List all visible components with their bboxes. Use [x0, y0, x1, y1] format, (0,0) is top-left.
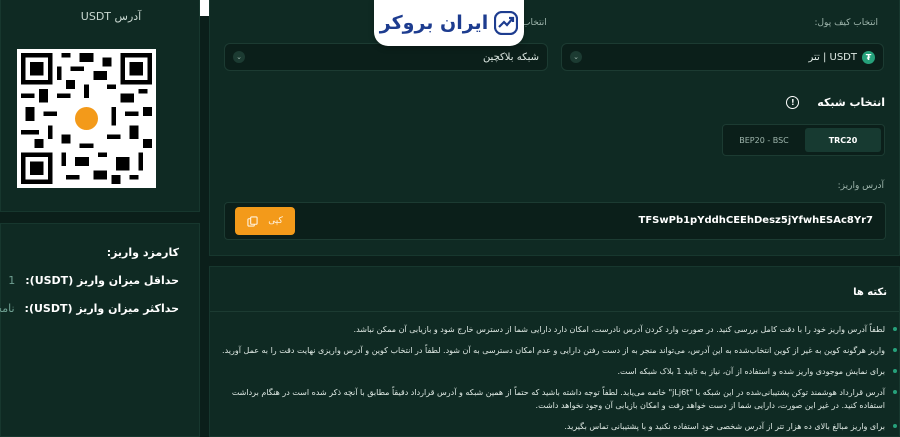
qr-code[interactable] — [17, 49, 156, 188]
notes-title: نکته ها — [853, 287, 887, 298]
site-logo[interactable]: ایران بروکر — [374, 0, 524, 46]
wallet-label: انتخاب کیف پول: — [814, 18, 878, 28]
notes-panel: نکته ها لطفاً آدرس واریز خود را با دقت ک… — [209, 266, 900, 437]
fee-max-label: حداکثر میزان واریز (USDT): — [24, 302, 179, 315]
coin-value-text: USDT | تتر — [808, 51, 857, 63]
notes-list: لطفاً آدرس واریز خود را با دقت کامل بررس… — [220, 323, 897, 437]
network-switch: BEP20 - BSC TRC20 — [722, 124, 885, 156]
coin-select-value: ₮ USDT | تتر — [808, 50, 875, 64]
logo-text: ایران بروکر — [379, 12, 489, 34]
network-title-row: انتخاب شبکه ! — [786, 96, 885, 109]
logo-chart-icon — [494, 11, 519, 35]
copy-button-label: کپی — [268, 216, 283, 226]
notes-divider — [210, 311, 899, 312]
deposit-fee-panel: کارمزد واریز: حداقل میزان واریز (USDT): … — [0, 223, 200, 437]
qr-panel: آدرس USDT — [0, 0, 200, 212]
network-option-bep20[interactable]: BEP20 - BSC — [726, 128, 802, 152]
fee-min-row: حداقل میزان واریز (USDT): 1 — [8, 274, 179, 287]
coin-select[interactable]: ₮ USDT | تتر ⌄ — [561, 43, 884, 71]
copy-address-button[interactable]: کپی — [235, 207, 295, 235]
fee-max-value: نامحدود — [0, 302, 15, 315]
note-item: برای نمایش موجودی واریز شده و استفاده از… — [220, 365, 897, 378]
deposit-address-box: TFSwPb1pYddhCEEhDesz5jYfwhESAc8Yr7 کپی — [224, 202, 886, 240]
fee-title: کارمزد واریز: — [106, 246, 179, 259]
note-item: لطفاً آدرس واریز خود را با دقت کامل بررس… — [220, 323, 897, 336]
tether-icon: ₮ — [862, 50, 875, 64]
fee-title-row: کارمزد واریز: — [107, 246, 179, 259]
network-select-label: انتخاب — [522, 18, 547, 28]
note-item: برای واریز مبالغ بالای ده هزار تتر از آد… — [220, 420, 897, 433]
network-placeholder: شبکه بلاکچین — [482, 51, 539, 63]
deposit-address[interactable]: TFSwPb1pYddhCEEhDesz5jYfwhESAc8Yr7 — [639, 215, 873, 226]
qr-logo-icon — [72, 104, 101, 133]
chevron-down-icon: ⌄ — [570, 51, 582, 63]
fee-min-value: 1 — [8, 274, 16, 287]
fee-min-label: حداقل میزان واریز (USDT): — [25, 274, 179, 287]
qr-title: آدرس USDT — [80, 10, 142, 23]
network-option-trc20[interactable]: TRC20 — [805, 128, 881, 152]
network-title: انتخاب شبکه — [817, 96, 885, 109]
fee-max-row: حداکثر میزان واریز (USDT): نامحدود — [0, 302, 179, 315]
info-icon[interactable]: ! — [786, 96, 800, 109]
note-item: آدرس قرارداد هوشمند توکن پشتیبانی‌شده در… — [220, 386, 897, 412]
address-label: آدرس واریز: — [837, 181, 884, 191]
network-select[interactable]: شبکه بلاکچین ⌄ — [224, 43, 548, 71]
note-item: واریز هرگونه کوین به غیر از کوین انتخاب‌… — [220, 344, 897, 357]
copy-icon — [247, 215, 258, 227]
chevron-down-icon: ⌄ — [233, 51, 245, 63]
